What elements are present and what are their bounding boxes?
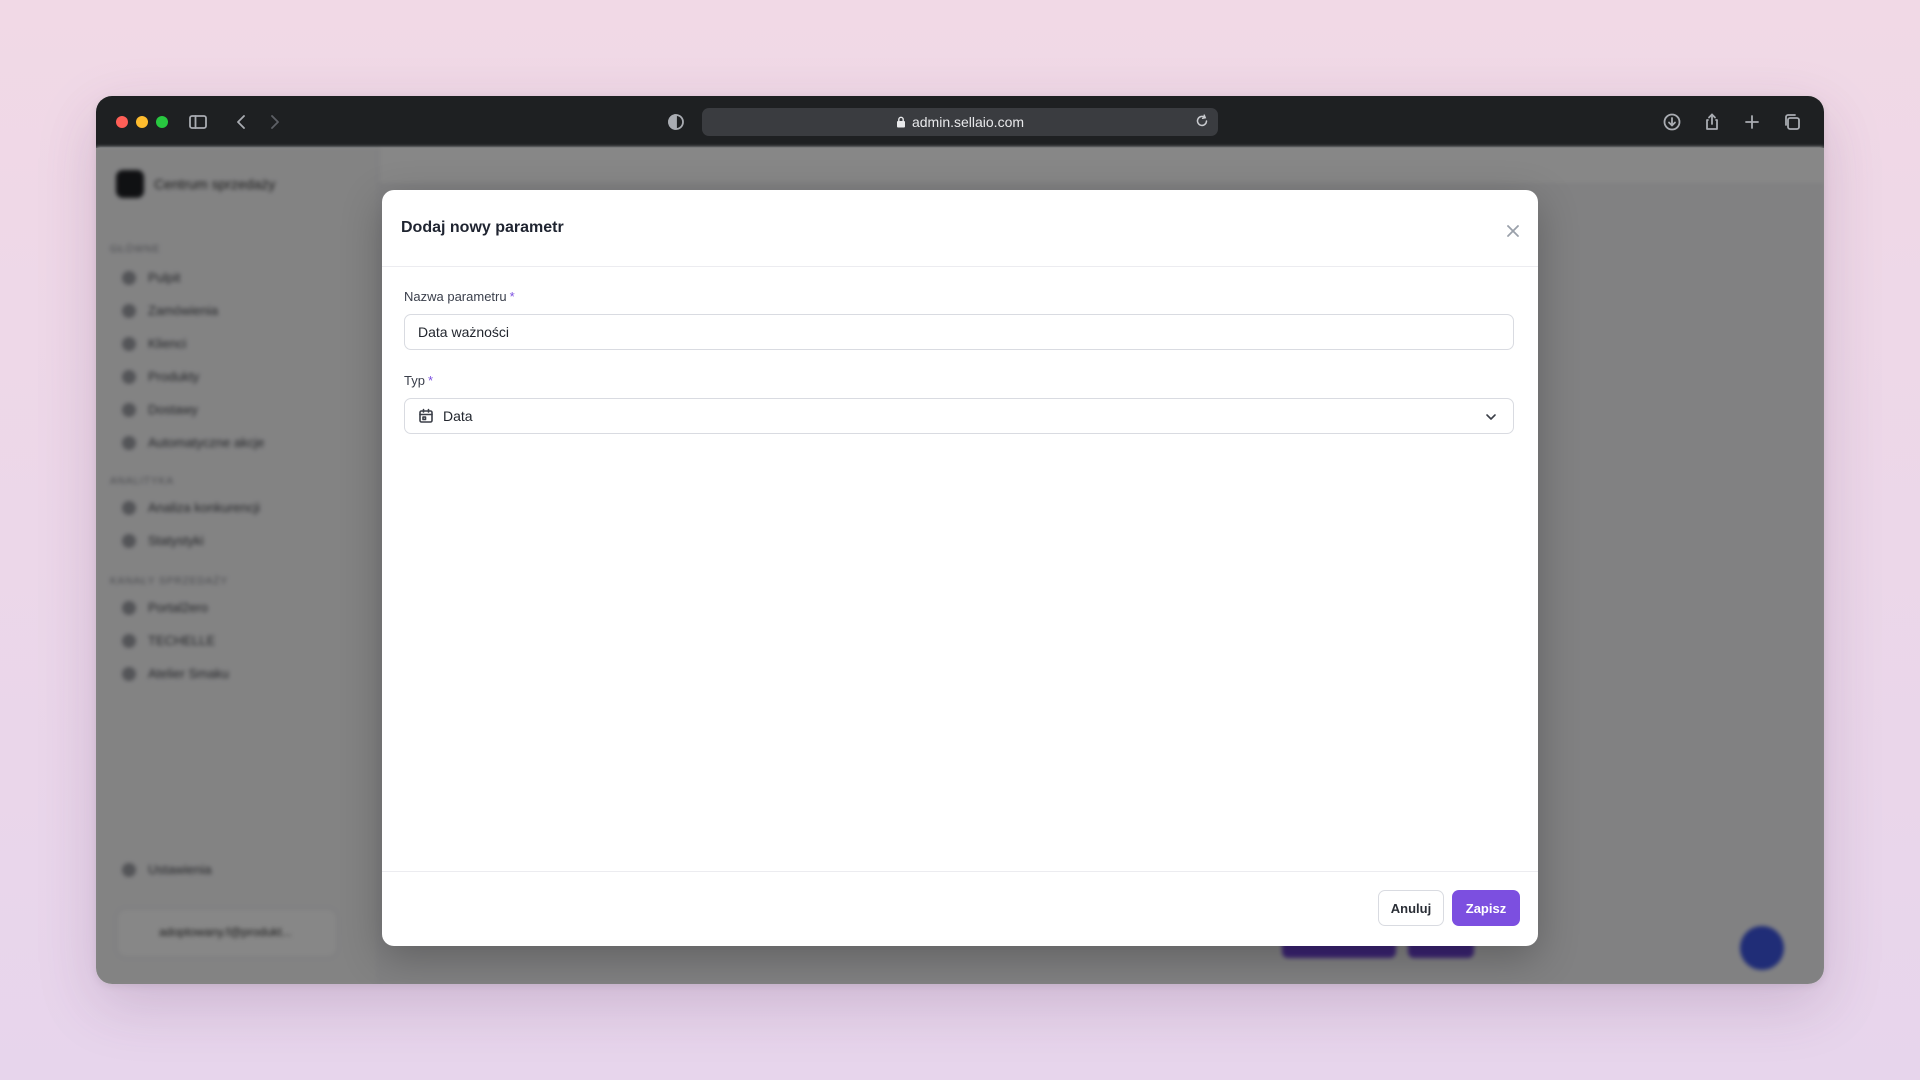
forward-icon[interactable] <box>262 110 286 134</box>
type-select-value: Data <box>443 408 473 424</box>
dialog-header: Dodaj nowy parametr <box>382 190 1538 267</box>
url-text: admin.sellaio.com <box>911 114 1025 130</box>
reload-icon[interactable] <box>1194 113 1210 129</box>
chevron-down-icon <box>1483 409 1499 425</box>
parameter-name-input[interactable] <box>418 324 1500 340</box>
address-bar[interactable]: admin.sellaio.com <box>702 108 1218 136</box>
close-icon[interactable] <box>1502 220 1524 242</box>
lock-icon <box>896 116 906 128</box>
add-parameter-dialog: Dodaj nowy parametr Nazwa parametru* Typ… <box>382 190 1538 946</box>
cancel-button[interactable]: Anuluj <box>1378 890 1444 926</box>
close-window-button[interactable] <box>116 116 128 128</box>
browser-toolbar: admin.sellaio.com <box>96 96 1824 148</box>
parameter-name-field[interactable] <box>404 314 1514 350</box>
parameter-name-label: Nazwa parametru * <box>404 289 515 304</box>
required-marker: * <box>427 373 434 388</box>
save-button[interactable]: Zapisz <box>1452 890 1520 926</box>
privacy-shield-icon[interactable] <box>664 110 688 134</box>
share-icon[interactable] <box>1700 110 1724 134</box>
dialog-footer: Anuluj Zapisz <box>382 871 1538 946</box>
downloads-icon[interactable] <box>1660 110 1684 134</box>
sidebar-toggle-icon[interactable] <box>186 110 210 134</box>
browser-window: admin.sellaio.com Centrum sprzedaży Głów… <box>96 96 1824 984</box>
label-text: Nazwa parametru <box>404 289 507 304</box>
label-text: Typ <box>404 373 425 388</box>
back-icon[interactable] <box>230 110 254 134</box>
zoom-window-button[interactable] <box>156 116 168 128</box>
tab-overview-icon[interactable] <box>1780 110 1804 134</box>
minimize-window-button[interactable] <box>136 116 148 128</box>
required-marker: * <box>509 289 515 304</box>
new-tab-icon[interactable] <box>1740 110 1764 134</box>
dialog-title: Dodaj nowy parametr <box>401 219 564 236</box>
window-controls <box>116 116 168 128</box>
calendar-icon <box>418 408 434 424</box>
type-select[interactable]: Data <box>404 398 1514 434</box>
type-label: Typ * <box>404 373 433 388</box>
